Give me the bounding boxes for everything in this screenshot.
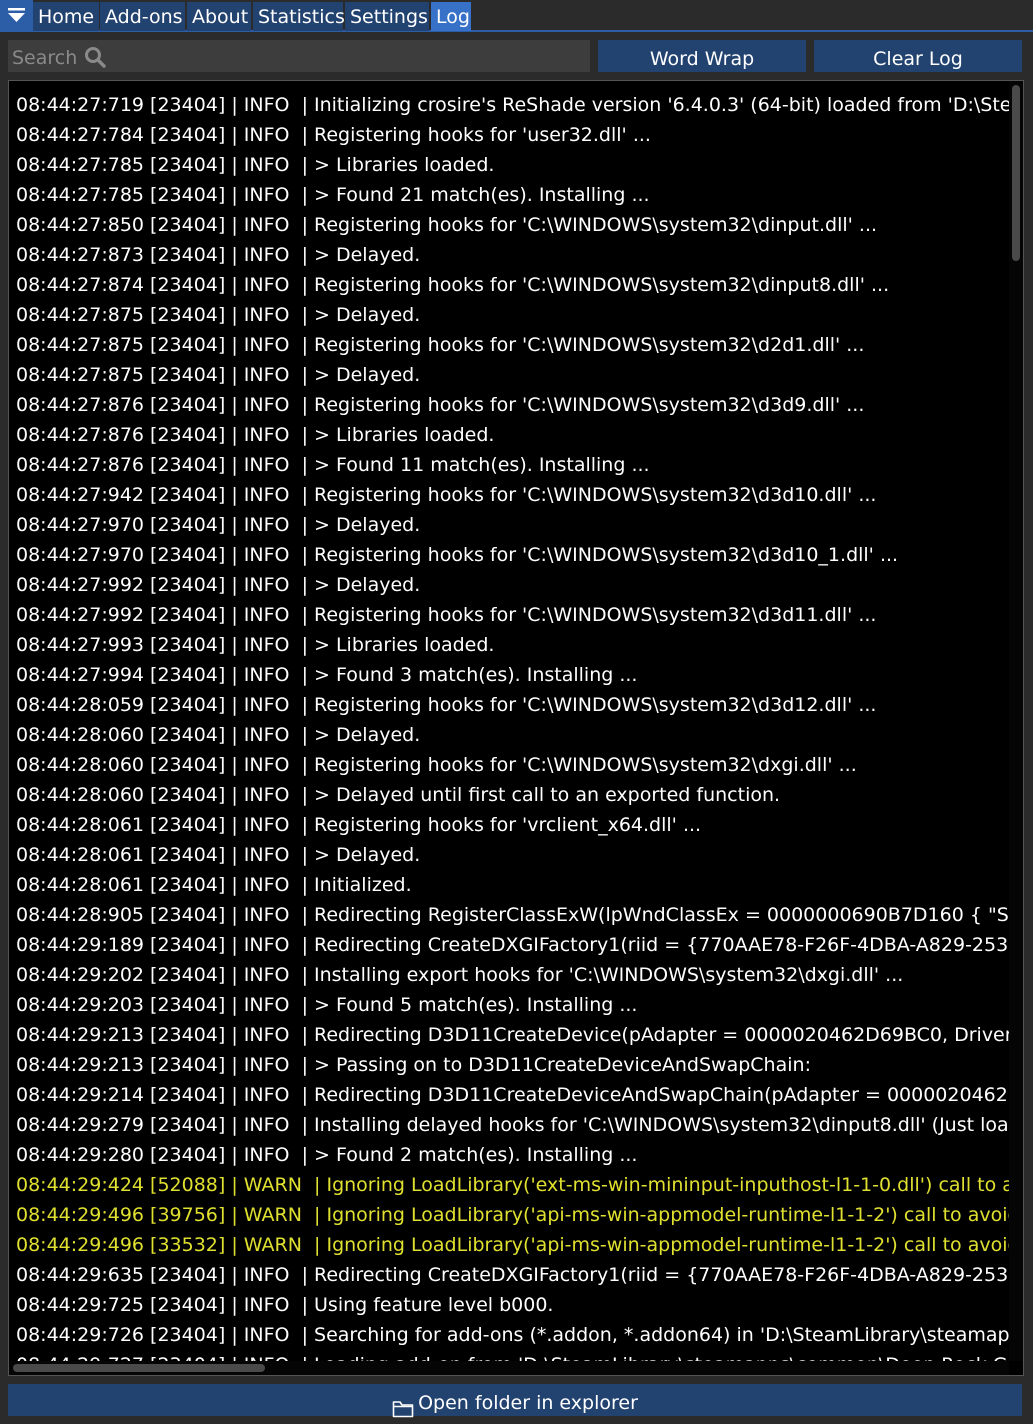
log-lines: 08:44:27:719 [23404] | INFO | Initializi… [9, 81, 1009, 1361]
open-folder-label: Open folder in explorer [418, 1392, 638, 1414]
search-icon [84, 46, 106, 72]
search-placeholder: Search [12, 47, 78, 69]
log-line: 08:44:28:059 [23404] | INFO | Registerin… [16, 694, 877, 716]
log-line: 08:44:28:060 [23404] | INFO | > Delayed. [16, 724, 421, 746]
reshade-log-window: Home Add-ons About Statistics Settings L… [0, 0, 1033, 1424]
log-output[interactable]: 08:44:27:719 [23404] | INFO | Initializi… [8, 80, 1024, 1376]
log-line: 08:44:28:061 [23404] | INFO | Initialize… [16, 874, 412, 896]
log-line: 08:44:29:213 [23404] | INFO | Redirectin… [16, 1024, 1009, 1046]
log-line: 08:44:27:784 [23404] | INFO | Registerin… [16, 124, 651, 146]
vertical-scrollbar-thumb[interactable] [1012, 85, 1020, 261]
log-line: 08:44:29:496 [39756] | WARN | Ignoring L… [16, 1204, 1009, 1226]
tab-home[interactable]: Home [33, 2, 99, 31]
horizontal-scrollbar[interactable] [9, 1361, 1009, 1375]
log-line: 08:44:29:635 [23404] | INFO | Redirectin… [16, 1264, 1009, 1286]
log-line: 08:44:29:280 [23404] | INFO | > Found 2 … [16, 1144, 638, 1166]
log-line: 08:44:29:726 [23404] | INFO | Searching … [16, 1324, 1009, 1346]
log-line: 08:44:27:993 [23404] | INFO | > Librarie… [16, 634, 495, 656]
log-line: 08:44:27:992 [23404] | INFO | Registerin… [16, 604, 877, 626]
log-line: 08:44:29:214 [23404] | INFO | Redirectin… [16, 1084, 1009, 1106]
log-line: 08:44:27:850 [23404] | INFO | Registerin… [16, 214, 878, 236]
log-line: 08:44:27:719 [23404] | INFO | Initializi… [16, 94, 1009, 116]
log-line: 08:44:27:970 [23404] | INFO | > Delayed. [16, 514, 421, 536]
log-line: 08:44:28:905 [23404] | INFO | Redirectin… [16, 904, 1009, 926]
log-line: 08:44:27:875 [23404] | INFO | Registerin… [16, 334, 865, 356]
tab-settings[interactable]: Settings [345, 2, 429, 31]
tab-log[interactable]: Log [431, 2, 471, 31]
log-line: 08:44:27:876 [23404] | INFO | > Found 11… [16, 454, 650, 476]
log-line: 08:44:29:496 [33532] | WARN | Ignoring L… [16, 1234, 1009, 1256]
log-line: 08:44:27:994 [23404] | INFO | > Found 3 … [16, 664, 638, 686]
tab-statistics[interactable]: Statistics [253, 2, 345, 31]
log-line: 08:44:27:876 [23404] | INFO | Registerin… [16, 394, 865, 416]
log-line: 08:44:27:942 [23404] | INFO | Registerin… [16, 484, 877, 506]
log-line: 08:44:29:202 [23404] | INFO | Installing… [16, 964, 904, 986]
log-line: 08:44:29:727 [23404] | INFO | Loading ad… [16, 1350, 1009, 1361]
menu-dropdown-icon[interactable] [0, 0, 33, 30]
log-line: 08:44:27:785 [23404] | INFO | > Librarie… [16, 154, 495, 176]
tab-add-ons[interactable]: Add-ons [100, 2, 185, 31]
log-line: 08:44:29:189 [23404] | INFO | Redirectin… [16, 934, 1009, 956]
log-line: 08:44:27:785 [23404] | INFO | > Found 21… [16, 184, 650, 206]
log-line: 08:44:28:061 [23404] | INFO | > Delayed. [16, 844, 421, 866]
log-line: 08:44:27:873 [23404] | INFO | > Delayed. [16, 244, 421, 266]
vertical-scrollbar[interactable] [1009, 81, 1023, 1361]
log-line: 08:44:29:279 [23404] | INFO | Installing… [16, 1114, 1009, 1136]
log-line: 08:44:27:875 [23404] | INFO | > Delayed. [16, 364, 421, 386]
log-line: 08:44:27:992 [23404] | INFO | > Delayed. [16, 574, 421, 596]
search-input[interactable]: Search [8, 40, 590, 72]
word-wrap-button[interactable]: Word Wrap [598, 40, 806, 72]
tab-about[interactable]: About [187, 2, 251, 31]
log-line: 08:44:27:970 [23404] | INFO | Registerin… [16, 544, 899, 566]
log-line: 08:44:27:874 [23404] | INFO | Registerin… [16, 274, 890, 296]
log-line: 08:44:27:876 [23404] | INFO | > Librarie… [16, 424, 495, 446]
log-line: 08:44:29:424 [52088] | WARN | Ignoring L… [16, 1174, 1009, 1196]
log-line: 08:44:28:060 [23404] | INFO | Registerin… [16, 754, 857, 776]
open-folder-button[interactable]: Open folder in explorer [8, 1384, 1022, 1418]
horizontal-scrollbar-thumb[interactable] [13, 1364, 265, 1372]
folder-icon [392, 1393, 414, 1424]
log-line: 08:44:27:875 [23404] | INFO | > Delayed. [16, 304, 421, 326]
log-line: 08:44:29:725 [23404] | INFO | Using feat… [16, 1294, 554, 1316]
log-line: 08:44:28:061 [23404] | INFO | Registerin… [16, 814, 702, 836]
log-line: 08:44:28:060 [23404] | INFO | > Delayed … [16, 784, 781, 806]
tab-bar: Home Add-ons About Statistics Settings L… [0, 0, 1033, 32]
log-line: 08:44:29:213 [23404] | INFO | > Passing … [16, 1054, 811, 1076]
clear-log-button[interactable]: Clear Log [814, 40, 1022, 72]
log-line: 08:44:29:203 [23404] | INFO | > Found 5 … [16, 994, 638, 1016]
